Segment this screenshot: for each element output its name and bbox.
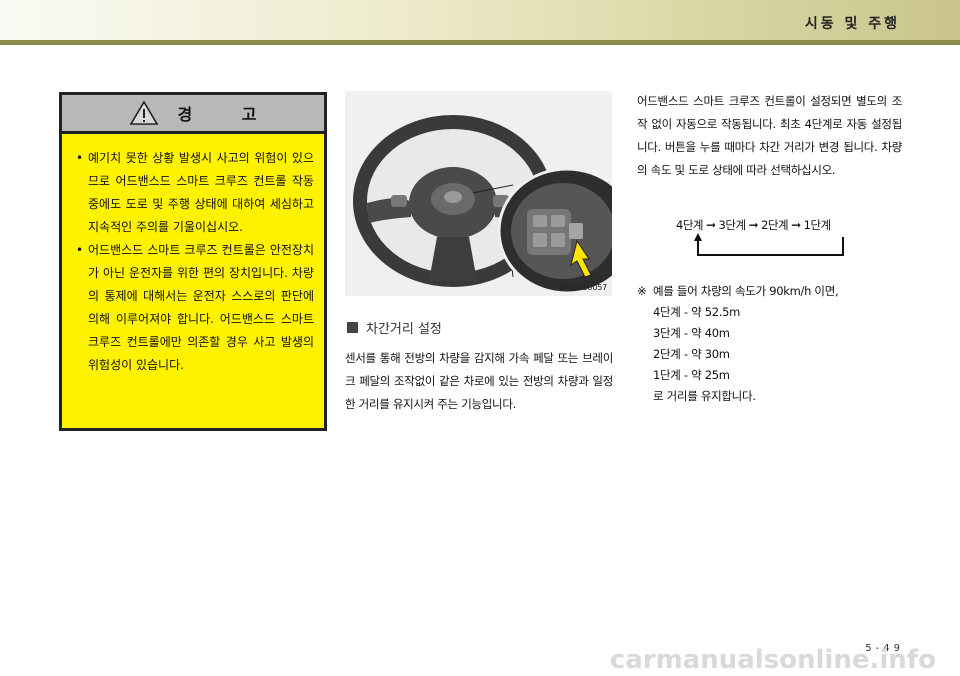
right-arrow-icon: ➞ <box>705 218 716 232</box>
auto-setting-paragraph: 어드밴스드 스마트 크루즈 컨트롤이 설정되면 별도의 조작 없이 자동으로 작… <box>637 94 902 177</box>
right-arrow-icon: ➞ <box>748 218 759 232</box>
reference-mark: ※ <box>637 284 647 298</box>
distance-setting-title: 차간거리 설정 <box>366 322 442 337</box>
steering-wheel-photo: OHG050057 <box>345 91 612 296</box>
stage-label: 3단계 <box>718 218 746 232</box>
note-detail: 2단계 - 약 30m <box>653 347 730 361</box>
warning-header: 경 고 <box>62 95 324 134</box>
speed-example-note: ※ 예를 들어 차량의 속도가 90km/h 이면, 4단계 - 약 52.5m… <box>637 281 902 407</box>
note-detail: 로 거리를 유지합니다. <box>653 389 756 403</box>
cycle-return-arrow-icon <box>694 233 844 256</box>
warning-triangle-icon <box>130 100 159 125</box>
warning-box: 경 고 예기치 못한 상황 발생시 사고의 위험이 있으므로 어드밴스드 스마트… <box>59 92 327 431</box>
stage-label: 1단계 <box>803 218 831 232</box>
section-title: 시동 및 주행 <box>804 16 900 32</box>
warning-item-1: 예기치 못한 상황 발생시 사고의 위험이 있으므로 어드밴스드 스마트 크루즈… <box>76 147 314 239</box>
distance-setting-heading: 차간거리 설정 <box>347 318 442 337</box>
note-detail: 4단계 - 약 52.5m <box>653 305 741 319</box>
note-detail: 1단계 - 약 25m <box>653 368 730 382</box>
square-bullet-icon <box>347 322 358 333</box>
stage-sequence: 4단계 ➞ 3단계 ➞ 2단계 ➞ 1단계 <box>676 217 831 233</box>
right-arrow-icon: ➞ <box>791 218 801 232</box>
warning-title: 경 고 <box>177 105 279 124</box>
stage-label: 4단계 <box>676 218 703 232</box>
stage-label: 2단계 <box>761 218 789 232</box>
distance-setting-body: 센서를 통해 전방의 차량을 감지해 가속 페달 또는 브레이크 페달의 조작없… <box>345 351 613 411</box>
steering-wheel-illustration <box>345 91 612 296</box>
warning-item-2: 어드밴스드 스마트 크루즈 컨트롤은 안전장치가 아닌 운전자를 위한 편의 장… <box>76 239 314 377</box>
note-detail: 3단계 - 약 40m <box>653 326 730 340</box>
note-intro: 예를 들어 차량의 속도가 90km/h 이면, <box>653 284 839 298</box>
watermark: carmanualsonline.info <box>609 645 936 675</box>
warning-list: 예기치 못한 상황 발생시 사고의 위험이 있으므로 어드밴스드 스마트 크루즈… <box>62 134 324 377</box>
photo-code: OHG050057 <box>559 283 607 292</box>
header-rule <box>0 40 960 45</box>
